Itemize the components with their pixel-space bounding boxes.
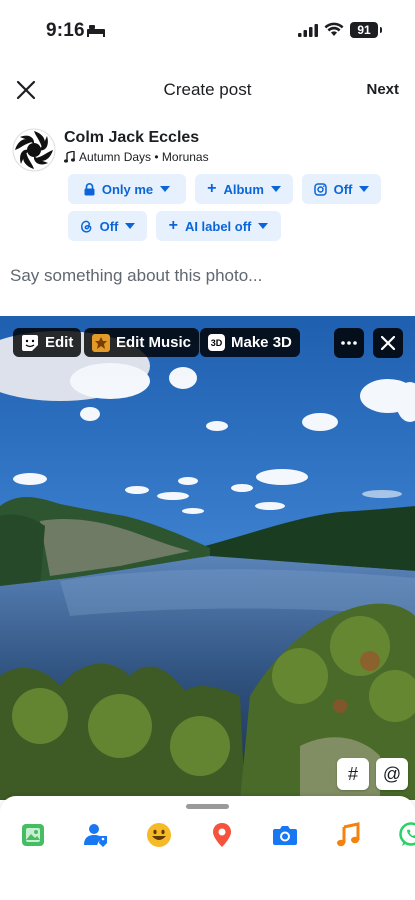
photo-icon[interactable]: [20, 822, 46, 848]
plus-icon: +: [207, 180, 217, 197]
3d-icon: 3D: [208, 334, 225, 351]
post-photo[interactable]: Edit Edit Music 3D Make 3D # @: [0, 316, 415, 800]
whatsapp-icon[interactable]: [398, 822, 415, 848]
ai-label-text: AI label off: [184, 218, 252, 234]
threads-icon: [80, 220, 92, 233]
edit-music-label: Edit Music: [116, 334, 192, 351]
instagram-chip[interactable]: Off: [302, 174, 381, 204]
chevron-down-icon: [125, 223, 136, 229]
privacy-chip[interactable]: Only me: [68, 174, 186, 204]
check-in-icon[interactable]: [209, 822, 235, 848]
header: Create post Next: [0, 70, 415, 110]
status-time: 9:16: [46, 20, 85, 41]
next-button[interactable]: Next: [366, 81, 399, 98]
chevron-down-icon: [258, 223, 269, 229]
album-chip[interactable]: + Album: [195, 174, 293, 204]
music-label: Autumn Days • Morunas: [79, 150, 209, 164]
album-art-icon: [92, 333, 110, 352]
privacy-label: Only me: [101, 181, 154, 197]
edit-music-button[interactable]: Edit Music: [84, 328, 200, 357]
battery-indicator: 91: [350, 22, 382, 38]
more-icon: [341, 341, 357, 345]
avatar[interactable]: [12, 128, 56, 172]
page-title: Create post: [163, 80, 252, 99]
threads-label: Off: [99, 218, 119, 234]
author-name[interactable]: Colm Jack Eccles: [64, 129, 199, 147]
camera-icon[interactable]: [272, 822, 298, 848]
album-label: Album: [223, 181, 264, 197]
wifi-icon: [324, 22, 344, 36]
music-note-icon: [64, 151, 75, 163]
more-options-button[interactable]: [334, 328, 364, 358]
remove-photo-button[interactable]: [373, 328, 403, 358]
sticker-edit-icon: [22, 334, 38, 351]
status-bar: 9:16 91: [0, 0, 415, 62]
post-text-input[interactable]: Say something about this photo...: [10, 266, 262, 286]
close-icon: [381, 336, 395, 350]
make-3d-label: Make 3D: [231, 334, 292, 351]
instagram-label: Off: [333, 181, 353, 197]
mention-button[interactable]: @: [376, 758, 408, 790]
sheet-grabber[interactable]: [186, 804, 229, 809]
chevron-down-icon: [160, 186, 171, 192]
signal-icon: [298, 24, 318, 37]
music-icon[interactable]: [335, 822, 361, 848]
make-3d-button[interactable]: 3D Make 3D: [200, 328, 300, 357]
music-attachment[interactable]: Autumn Days • Morunas: [64, 150, 209, 164]
lake-landscape-image: [0, 316, 415, 800]
plus-icon: +: [168, 217, 178, 234]
ai-label-chip[interactable]: + AI label off: [156, 211, 281, 241]
threads-chip[interactable]: Off: [68, 211, 147, 241]
sleep-focus-icon: [87, 25, 105, 37]
feeling-icon[interactable]: [146, 822, 172, 848]
edit-label: Edit: [45, 334, 74, 351]
lock-icon: [84, 182, 95, 195]
instagram-icon: [313, 182, 327, 196]
tag-people-icon[interactable]: [83, 822, 109, 848]
edit-button[interactable]: Edit: [13, 328, 82, 357]
chevron-down-icon: [359, 186, 370, 192]
chevron-down-icon: [270, 186, 281, 192]
hashtag-button[interactable]: #: [337, 758, 369, 790]
attachment-toolbar: [0, 796, 415, 900]
